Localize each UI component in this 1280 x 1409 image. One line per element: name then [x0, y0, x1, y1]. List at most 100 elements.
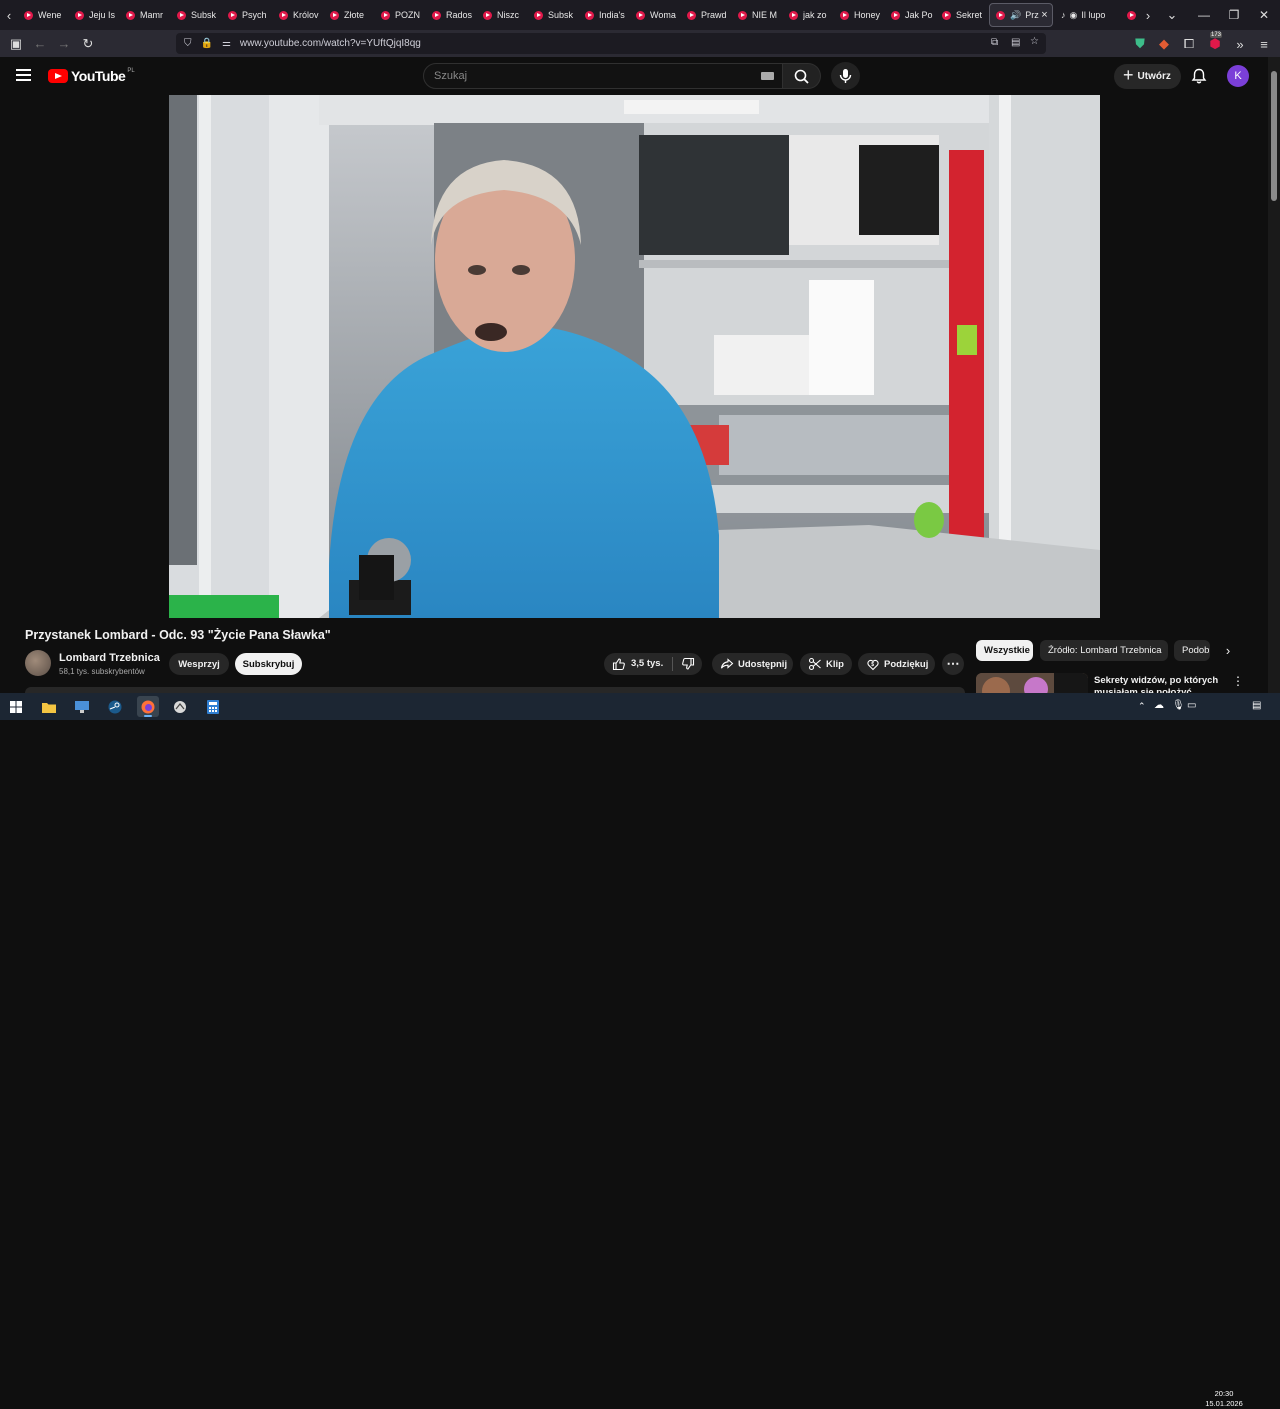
minimize-icon[interactable]: —	[1188, 0, 1220, 30]
subscribe-button[interactable]: Subskrybuj	[235, 653, 302, 675]
browser-tab[interactable]: jak zo	[783, 0, 834, 30]
browser-tab[interactable]: Subsk	[528, 0, 579, 30]
browser-tab[interactable]	[1125, 0, 1139, 30]
voice-search-button[interactable]	[831, 62, 860, 90]
youtube-favicon-icon	[483, 10, 492, 20]
clip-button[interactable]: Klip	[800, 653, 852, 675]
steam-icon[interactable]	[104, 696, 126, 717]
browser-tab[interactable]: NIE M	[732, 0, 783, 30]
thumbs-up-icon	[612, 658, 625, 671]
browser-tab[interactable]: Jak Po	[885, 0, 936, 30]
lock-icon[interactable]: 🔒	[201, 38, 213, 49]
browser-tab[interactable]: Woma	[630, 0, 681, 30]
browser-tab-active[interactable]: 🔊 Prz ×	[989, 3, 1053, 27]
like-button[interactable]: 3,5 tys.	[604, 653, 672, 675]
reader-view-icon[interactable]: ▤	[1011, 37, 1020, 48]
thanks-button[interactable]: $ Podziękuj	[858, 653, 935, 675]
extensions-puzzle-icon[interactable]: ⧠	[1177, 32, 1201, 56]
chip-similar[interactable]: Podob	[1174, 640, 1210, 661]
chip-source-channel[interactable]: Źródło: Lombard Trzebnica	[1040, 640, 1168, 661]
recommendation-menu-icon[interactable]: ⋮	[1232, 674, 1244, 688]
app-menu-icon[interactable]: ≡	[1252, 32, 1276, 56]
monitor-app-icon[interactable]	[71, 696, 93, 717]
file-explorer-icon[interactable]	[38, 696, 60, 717]
create-button[interactable]: + Utwórz	[1114, 64, 1181, 89]
calculator-icon[interactable]	[202, 696, 224, 717]
network-icon[interactable]: ▭	[1187, 700, 1196, 711]
maximize-icon[interactable]: ❐	[1218, 0, 1250, 30]
browser-tab[interactable]: Wene	[18, 0, 69, 30]
share-button[interactable]: Udostępnij	[712, 653, 793, 675]
speaker-icon[interactable]: 🔊	[1010, 10, 1021, 21]
browser-tab[interactable]: ♪ ◉ Il lupo	[1055, 0, 1125, 30]
browser-tab[interactable]: Prawd	[681, 0, 732, 30]
taskbar-clock[interactable]: 20:30 15.01.2026	[1202, 1389, 1246, 1409]
like-dislike-group: 3,5 tys.	[604, 653, 702, 675]
browser-tab[interactable]: Mamr	[120, 0, 171, 30]
close-window-icon[interactable]: ✕	[1248, 0, 1280, 30]
app-icon[interactable]	[169, 696, 191, 717]
account-avatar[interactable]: K	[1227, 65, 1249, 87]
tab-label: Subsk	[548, 10, 574, 20]
onedrive-cloud-icon[interactable]: ☁	[1154, 700, 1164, 711]
overflow-chevrons-icon[interactable]: »	[1228, 32, 1252, 56]
channel-avatar[interactable]	[25, 650, 51, 676]
tray-mic-icon[interactable]: 🎙	[1172, 700, 1185, 711]
browser-tab[interactable]: Psych	[222, 0, 273, 30]
tab-label: Jak Po	[905, 10, 933, 20]
browser-tab[interactable]: Honey	[834, 0, 885, 30]
recommendation-thumbnail[interactable]	[976, 673, 1088, 693]
browser-tab[interactable]: Rados	[426, 0, 477, 30]
menu-hamburger-icon[interactable]	[16, 69, 31, 81]
tab-scroll-right-icon[interactable]: ›	[1139, 0, 1157, 30]
windows-start-icon[interactable]	[5, 696, 27, 717]
shield-icon[interactable]: ⛉	[184, 38, 192, 49]
extension-fox-icon[interactable]: ◆	[1152, 32, 1176, 56]
browser-tab[interactable]: India's	[579, 0, 630, 30]
firefox-icon[interactable]	[137, 696, 159, 717]
tab-scroll-left-icon[interactable]: ‹	[0, 0, 18, 30]
browser-tab[interactable]: Złote	[324, 0, 375, 30]
video-player[interactable]	[169, 95, 1100, 618]
support-button[interactable]: Wesprzyj	[169, 653, 229, 675]
chip-scroll-right-icon[interactable]: ›	[1217, 640, 1239, 661]
keyboard-icon[interactable]	[761, 72, 774, 80]
extension-shield-icon[interactable]: ⛊	[1128, 32, 1152, 56]
search-box[interactable]	[423, 63, 783, 89]
browser-tab[interactable]: Królov	[273, 0, 324, 30]
browser-tab[interactable]: Jeju Is	[69, 0, 120, 30]
youtube-logo[interactable]: YouTube PL	[48, 68, 135, 84]
scrollbar-thumb[interactable]	[1271, 71, 1277, 201]
thumbs-down-icon	[682, 657, 695, 670]
pip-icon[interactable]: ⧉	[991, 37, 998, 48]
youtube-favicon-icon	[738, 10, 747, 20]
more-actions-button[interactable]: ⋯	[942, 653, 964, 675]
back-icon[interactable]: ←	[28, 32, 52, 56]
bookmark-star-icon[interactable]: ☆	[1030, 36, 1039, 47]
reload-icon[interactable]: ↻	[76, 32, 100, 56]
channel-name[interactable]: Lombard Trzebnica	[59, 652, 160, 664]
search-input[interactable]	[434, 70, 734, 82]
url-bar[interactable]: ⛉ 🔒 ⚌ www.youtube.com/watch?v=YUftQjqI8q…	[176, 33, 1046, 54]
dislike-button[interactable]	[674, 653, 702, 675]
close-tab-icon[interactable]: ×	[1041, 9, 1047, 21]
notifications-chat-icon[interactable]: ▤	[1252, 700, 1261, 711]
permissions-icon[interactable]: ⚌	[222, 38, 231, 49]
forward-icon[interactable]: →	[52, 32, 76, 56]
browser-tab[interactable]: POZN	[375, 0, 426, 30]
browser-tab[interactable]: Sekret	[936, 0, 987, 30]
recommendation-title[interactable]: Sekrety widzów, po których musiałam się …	[1094, 675, 1219, 693]
logo-text: YouTube	[71, 68, 126, 84]
page-scrollbar[interactable]	[1268, 57, 1280, 693]
tray-overflow-chevron-icon[interactable]: ⌃	[1138, 701, 1146, 712]
notifications-bell-icon[interactable]	[1190, 67, 1208, 85]
play-circle-icon: ◉	[1069, 9, 1078, 20]
browser-tab[interactable]: Subsk	[171, 0, 222, 30]
sidebar-toggle-icon[interactable]: ▣	[4, 32, 28, 56]
chip-all[interactable]: Wszystkie	[976, 640, 1033, 661]
search-button[interactable]	[783, 63, 821, 89]
url-text[interactable]: www.youtube.com/watch?v=YUftQjqI8qg	[240, 38, 421, 49]
like-count: 3,5 tys.	[631, 658, 664, 669]
tab-list-chevron-icon[interactable]: ⌄	[1157, 0, 1187, 30]
browser-tab[interactable]: Niszc	[477, 0, 528, 30]
